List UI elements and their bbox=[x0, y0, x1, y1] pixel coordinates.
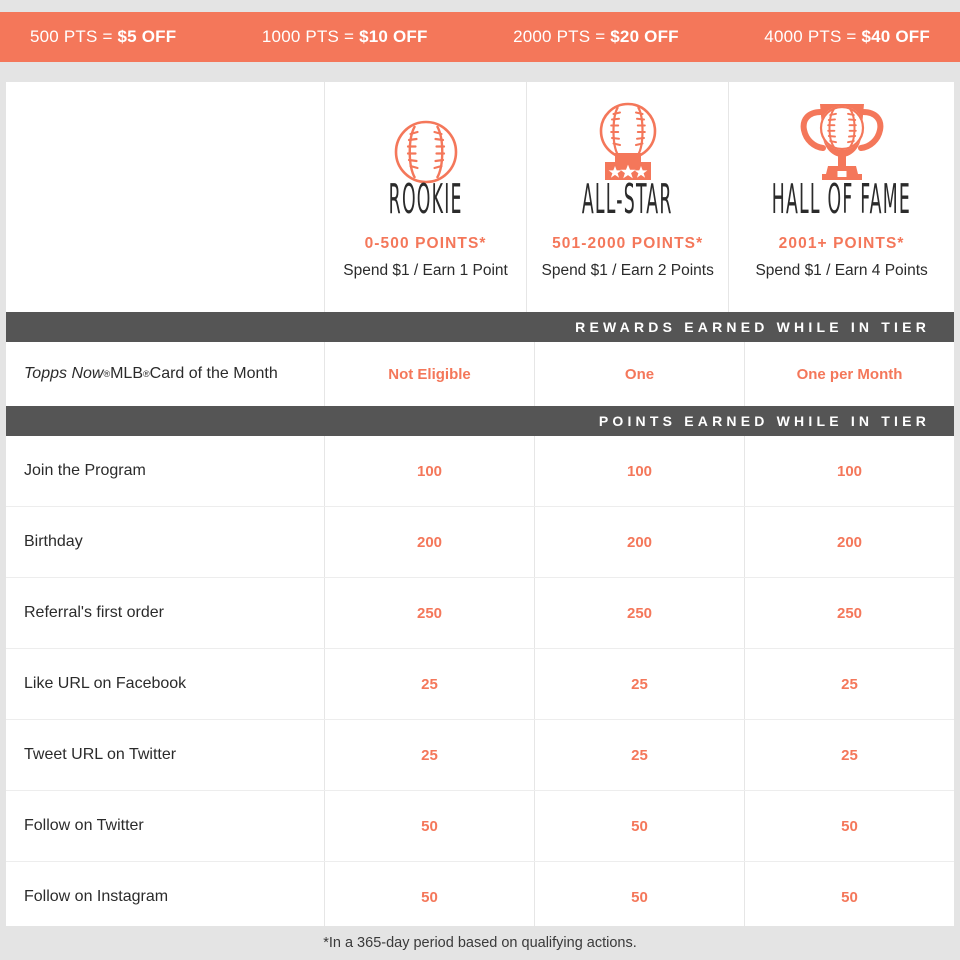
reward-label-rest: Card of the Month bbox=[149, 365, 278, 382]
tier-name: HALL OF FAME bbox=[771, 176, 912, 224]
points-section-label: POINTS EARNED WHILE IN TIER bbox=[598, 413, 930, 429]
tier-header-row: ROOKIE 0-500 POINTS* Spend $1 / Earn 1 P… bbox=[6, 82, 954, 312]
row-value-rookie: 25 bbox=[325, 720, 535, 790]
promo-banner: 500 PTS = $5 OFF 1000 PTS = $10 OFF 2000… bbox=[0, 12, 960, 62]
tier-comparison-table: ROOKIE 0-500 POINTS* Spend $1 / Earn 1 P… bbox=[6, 82, 954, 932]
promo-points-label: 2000 PTS = bbox=[513, 27, 611, 46]
tier-earn-rate: Spend $1 / Earn 2 Points bbox=[541, 262, 714, 279]
row-value-all-star: 25 bbox=[535, 649, 745, 719]
footnote: *In a 365-day period based on qualifying… bbox=[0, 926, 960, 960]
baseball-icon bbox=[392, 96, 460, 186]
row-value-hall-of-fame: 25 bbox=[841, 675, 858, 693]
promo-points-label: 1000 PTS = bbox=[261, 27, 360, 46]
row-value-all-star: 250 bbox=[535, 578, 745, 648]
registered-mark-icon: ® bbox=[143, 369, 150, 379]
rewards-section-band: REWARDS EARNED WHILE IN TIER bbox=[6, 312, 954, 342]
registered-mark-icon: ® bbox=[103, 369, 111, 379]
promo-discount-label: $5 OFF bbox=[117, 27, 177, 46]
row-value-rookie: 100 bbox=[325, 436, 535, 506]
promo-points-label: 500 PTS = bbox=[30, 27, 118, 46]
tier-earn-rate: Spend $1 / Earn 1 Point bbox=[343, 262, 508, 279]
row-value-all-star: 100 bbox=[535, 436, 745, 506]
row-value-all-star: 50 bbox=[535, 791, 745, 861]
table-row: Birthday 200 200 200 bbox=[6, 507, 954, 578]
row-label: Referral's first order bbox=[6, 578, 325, 648]
row-value-rookie: 50 bbox=[325, 862, 535, 932]
row-value-hall-of-fame: 250 bbox=[836, 604, 863, 622]
tier-column-all-star: ALL-STAR 501-2000 POINTS* Spend $1 / Ear… bbox=[527, 82, 730, 312]
table-row: Follow on Instagram 50 50 50 bbox=[6, 862, 954, 932]
tier-points-range: 501-2000 POINTS* bbox=[552, 235, 704, 252]
row-label: Tweet URL on Twitter bbox=[6, 720, 325, 790]
row-value-rookie: 25 bbox=[325, 649, 535, 719]
tier-column-hall-of-fame: HALL OF FAME 2001+ POINTS* Spend $1 / Ea… bbox=[729, 82, 954, 312]
row-value-hall-of-fame: 25 bbox=[841, 746, 858, 764]
row-label: Birthday bbox=[6, 507, 325, 577]
row-value-rookie: Not Eligible bbox=[325, 342, 535, 406]
row-value-all-star: 50 bbox=[535, 862, 745, 932]
baseball-on-star-base-icon bbox=[591, 96, 665, 186]
promo-points-label: 4000 PTS = bbox=[764, 27, 862, 46]
points-section-band: POINTS EARNED WHILE IN TIER bbox=[6, 406, 954, 436]
row-value-all-star: 25 bbox=[535, 720, 745, 790]
trophy-with-baseball-icon bbox=[792, 96, 892, 186]
table-row: Follow on Twitter 50 50 50 bbox=[6, 791, 954, 862]
row-value-all-star: One bbox=[535, 342, 745, 406]
table-row: Topps Now ® MLB ® Card of the Month Not El… bbox=[6, 342, 954, 406]
tier-column-rookie: ROOKIE 0-500 POINTS* Spend $1 / Earn 1 P… bbox=[325, 82, 528, 312]
promo-item: 4000 PTS = $40 OFF bbox=[764, 27, 930, 47]
row-value-rookie: 250 bbox=[325, 578, 535, 648]
tier-points-range: 0-500 POINTS* bbox=[364, 235, 487, 252]
promo-discount-label: $40 OFF bbox=[861, 27, 930, 46]
promo-item: 500 PTS = $5 OFF bbox=[30, 27, 176, 47]
row-value-hall-of-fame: 200 bbox=[836, 533, 863, 551]
reward-label-mid: MLB bbox=[110, 365, 143, 382]
reward-brand-name: Topps Now bbox=[24, 365, 104, 382]
tier-earn-rate: Spend $1 / Earn 4 Points bbox=[755, 262, 928, 279]
rewards-section-label: REWARDS EARNED WHILE IN TIER bbox=[575, 319, 930, 335]
promo-item: 2000 PTS = $20 OFF bbox=[513, 27, 679, 47]
row-label: Join the Program bbox=[6, 436, 325, 506]
row-value-hall-of-fame: 50 bbox=[841, 817, 858, 835]
row-value-hall-of-fame: 100 bbox=[836, 462, 863, 480]
tier-name: ALL-STAR bbox=[582, 176, 674, 224]
row-label: Follow on Instagram bbox=[6, 862, 325, 932]
row-value-rookie: 50 bbox=[325, 791, 535, 861]
row-label: Topps Now ® MLB ® Card of the Month bbox=[6, 342, 325, 406]
table-row: Referral's first order 250 250 250 bbox=[6, 578, 954, 649]
tier-name: ROOKIE bbox=[388, 176, 463, 224]
tier-header-empty-cell bbox=[6, 82, 325, 312]
footnote-text: *In a 365-day period based on qualifying… bbox=[323, 935, 637, 951]
row-label: Like URL on Facebook bbox=[6, 649, 325, 719]
promo-discount-label: $20 OFF bbox=[610, 27, 679, 46]
row-label: Follow on Twitter bbox=[6, 791, 325, 861]
rewards-tier-page: 500 PTS = $5 OFF 1000 PTS = $10 OFF 2000… bbox=[0, 0, 960, 960]
promo-item: 1000 PTS = $10 OFF bbox=[262, 27, 428, 47]
promo-discount-label: $10 OFF bbox=[359, 27, 428, 46]
row-value-hall-of-fame: One per Month bbox=[796, 365, 903, 383]
table-row: Tweet URL on Twitter 25 25 25 bbox=[6, 720, 954, 791]
row-value-all-star: 200 bbox=[535, 507, 745, 577]
table-row: Join the Program 100 100 100 bbox=[6, 436, 954, 507]
row-value-hall-of-fame: 50 bbox=[841, 888, 858, 906]
table-row: Like URL on Facebook 25 25 25 bbox=[6, 649, 954, 720]
row-value-rookie: 200 bbox=[325, 507, 535, 577]
tier-points-range: 2001+ POINTS* bbox=[778, 235, 905, 252]
